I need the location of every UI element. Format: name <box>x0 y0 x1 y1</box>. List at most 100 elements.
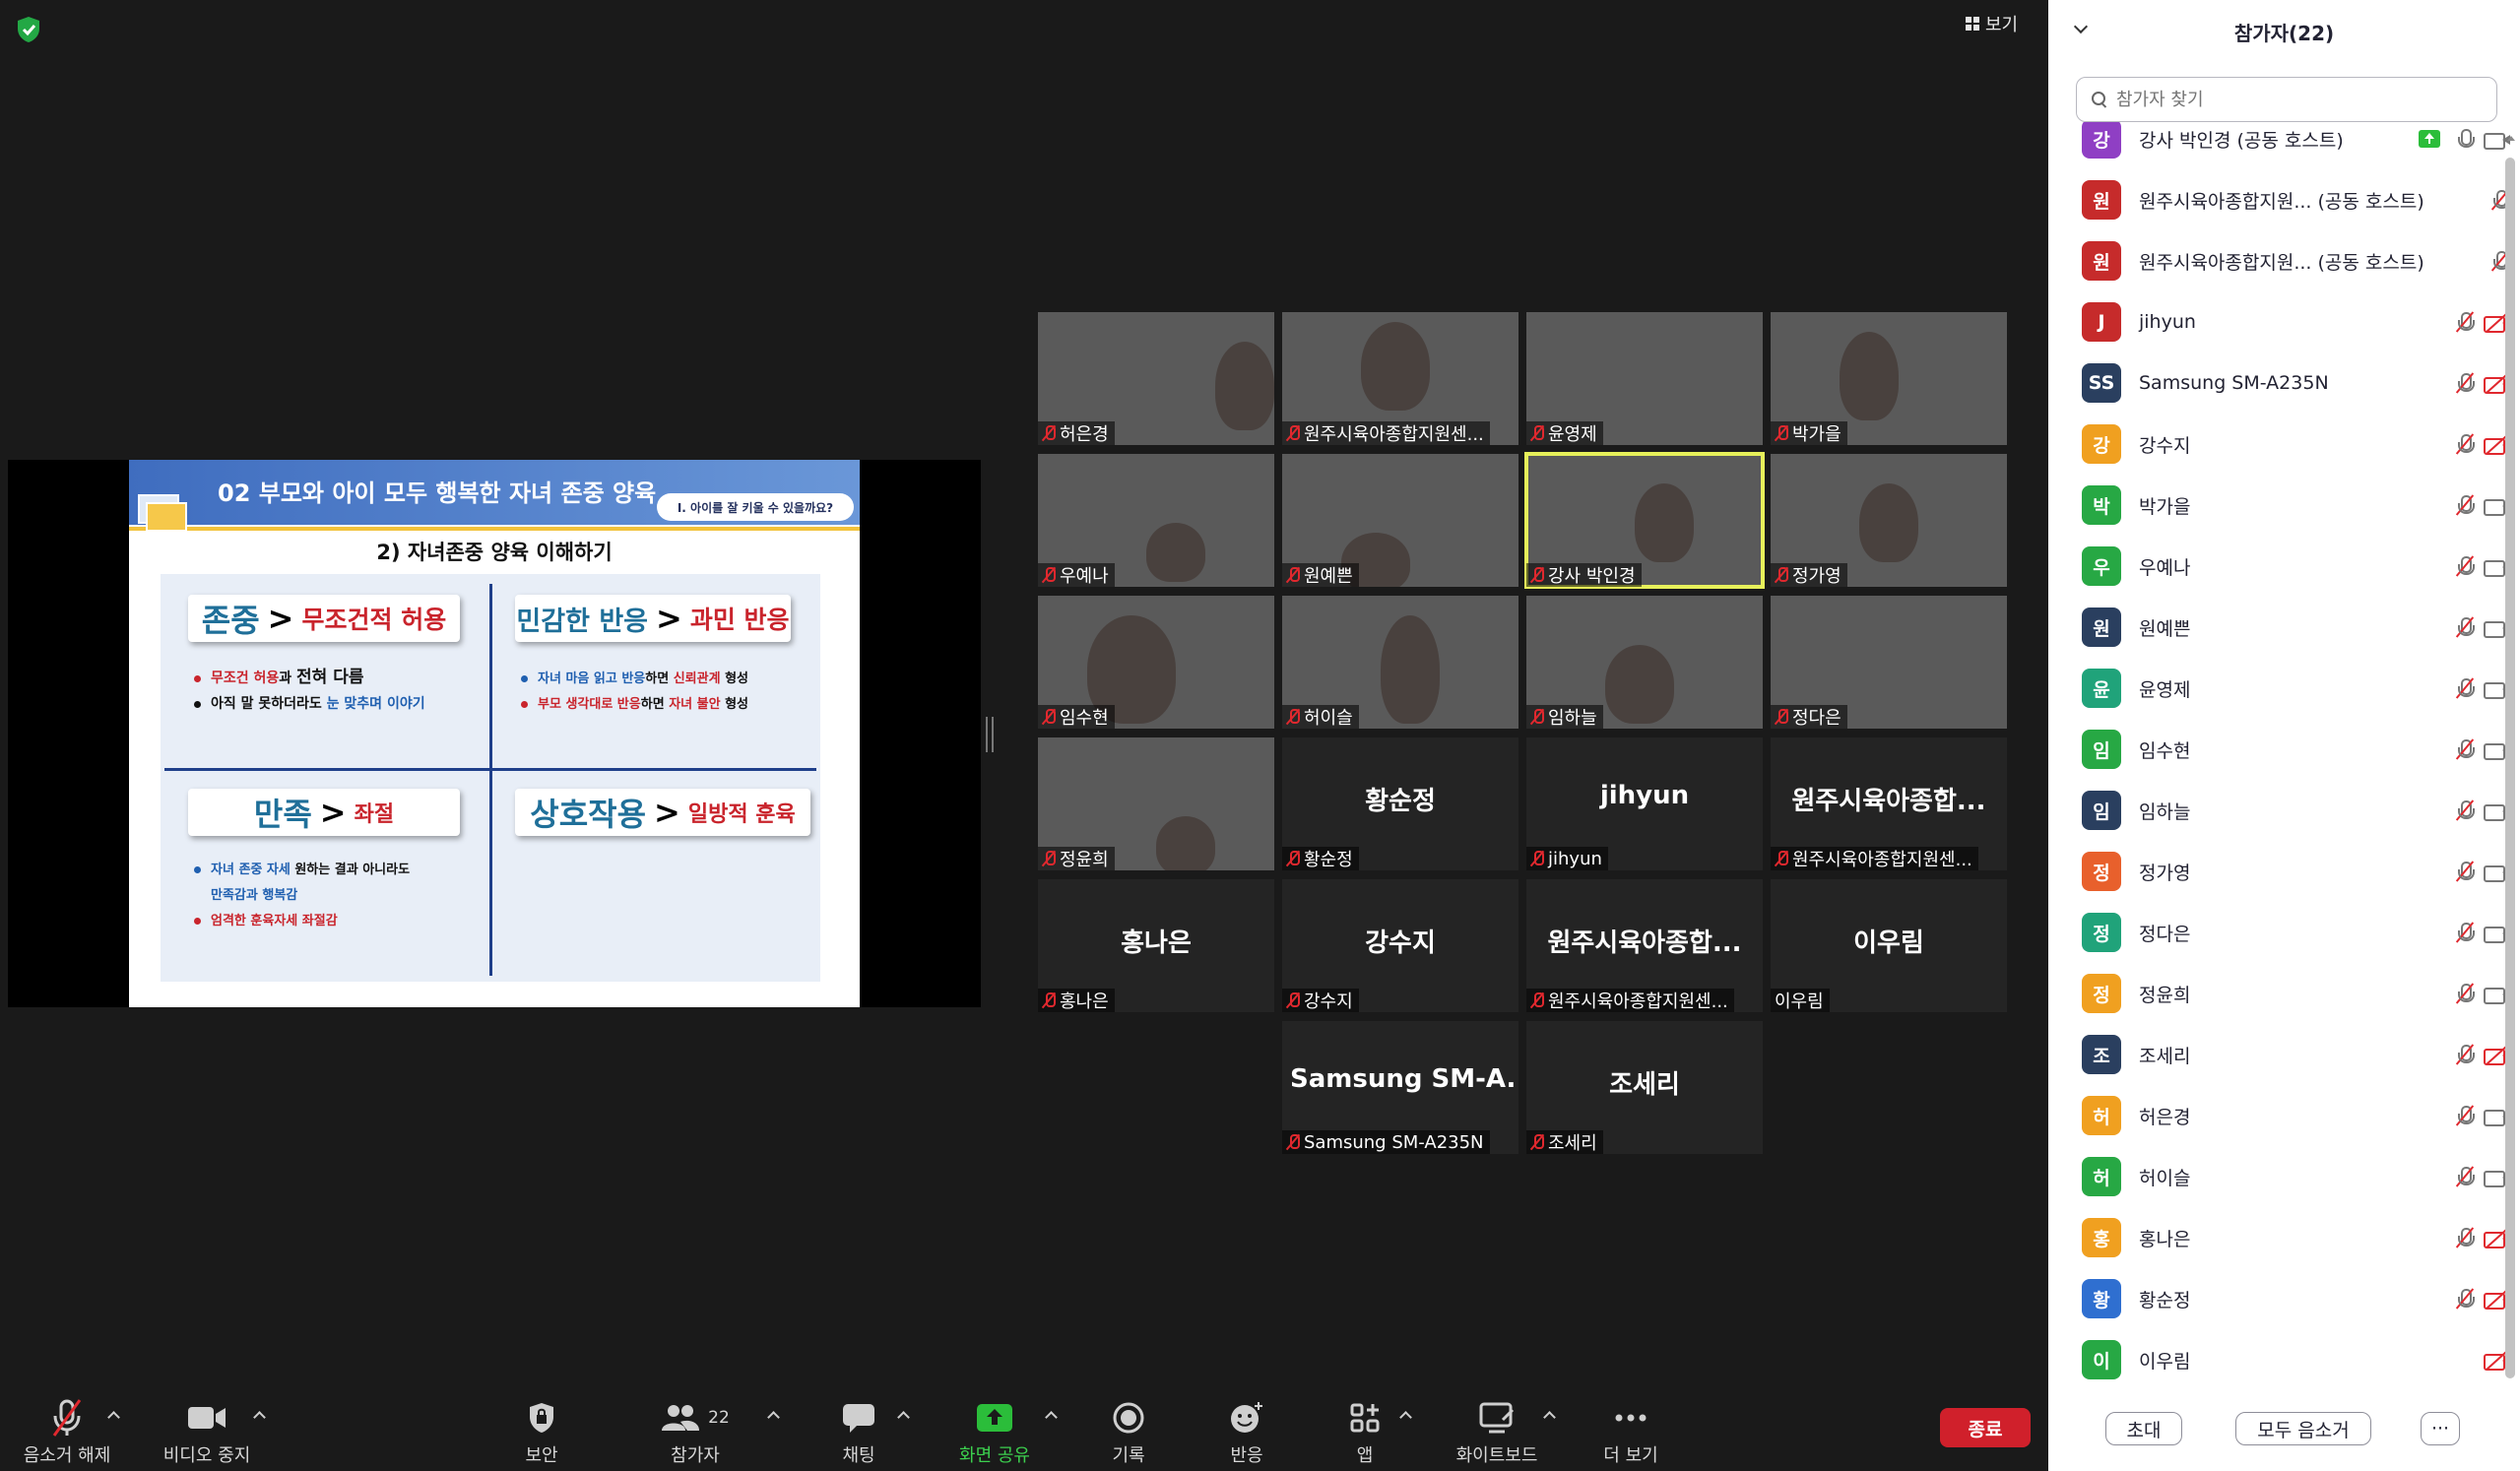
participants-options-caret[interactable] <box>766 1408 780 1422</box>
video-camera-icon <box>188 1407 226 1429</box>
participant-row[interactable]: Jjihyun <box>2048 291 2511 352</box>
split-view-resize-handle[interactable] <box>986 717 994 752</box>
screen-sharing-icon <box>2419 130 2440 148</box>
more-button[interactable]: 더 보기 <box>1582 1378 1680 1471</box>
mic-muted-icon[interactable] <box>2454 982 2476 1005</box>
participant-row[interactable]: SS Samsung SM-A235N <box>2048 352 2511 414</box>
mic-muted-icon[interactable] <box>2454 493 2476 517</box>
participant-avatar: 황 <box>2082 1279 2121 1318</box>
audio-options-caret[interactable] <box>106 1408 120 1422</box>
participants-button[interactable]: 22 참가자 <box>646 1378 744 1471</box>
video-tile[interactable]: Samsung SM-A... Samsung SM-A235N <box>1282 1021 1518 1154</box>
apps-options-caret[interactable] <box>1398 1408 1412 1422</box>
video-tile[interactable]: 원주시육아종합지원센... <box>1282 312 1518 445</box>
video-tile[interactable]: 허이슬 <box>1282 596 1518 729</box>
participant-row[interactable]: 임 임하늘 <box>2048 780 2511 841</box>
invite-button[interactable]: 초대 <box>2105 1412 2182 1445</box>
video-tile[interactable]: 정윤희 <box>1038 737 1274 870</box>
video-tile[interactable]: 원주시육아종합... 원주시육아종합지원센... <box>1526 879 1763 1012</box>
video-tile[interactable]: 이우림 이우림 <box>1771 879 2007 1012</box>
mic-muted-icon[interactable] <box>2454 1287 2476 1311</box>
mic-muted-icon[interactable] <box>2454 1043 2476 1066</box>
view-button[interactable]: 보기 <box>1966 10 2018 37</box>
participant-search-input[interactable] <box>2116 89 2471 110</box>
video-tile[interactable]: 임하늘 <box>1526 596 1763 729</box>
participant-name: 원주시육아종합지원... (공동 호스트) <box>2139 190 2424 213</box>
stop-video-button[interactable]: 비디오 중지 <box>148 1378 266 1471</box>
video-options-caret[interactable] <box>252 1408 266 1422</box>
mic-muted-icon[interactable] <box>2454 799 2476 822</box>
participant-row[interactable]: 원 원주시육아종합지원... (공동 호스트) <box>2048 169 2511 230</box>
record-button[interactable]: 기록 <box>1079 1378 1178 1471</box>
participant-row[interactable]: 원 원예쁜 <box>2048 597 2511 658</box>
video-tile[interactable]: 홍나은 홍나은 <box>1038 879 1274 1012</box>
participant-row[interactable]: 허 허이슬 <box>2048 1146 2511 1207</box>
participant-row[interactable]: 윤 윤영제 <box>2048 658 2511 719</box>
mic-muted-icon[interactable] <box>2454 921 2476 944</box>
participant-row[interactable]: 박 박가을 <box>2048 475 2511 536</box>
mic-muted-icon[interactable] <box>2454 860 2476 883</box>
participant-row[interactable]: 원 원주시육아종합지원... (공동 호스트) <box>2048 230 2511 291</box>
security-button[interactable]: 보안 <box>492 1378 591 1471</box>
mic-muted-icon[interactable] <box>2454 310 2476 334</box>
participant-row[interactable]: 정 정다은 <box>2048 902 2511 963</box>
mic-muted-icon <box>1286 1133 1300 1151</box>
mic-muted-icon[interactable] <box>2454 737 2476 761</box>
video-tile[interactable]: 윤영제 <box>1526 312 1763 445</box>
apps-button[interactable]: 앱 <box>1316 1378 1414 1471</box>
share-options-caret[interactable] <box>1044 1408 1058 1422</box>
scroll-up-arrow[interactable] <box>2506 132 2516 142</box>
participant-row[interactable]: 강 강사 박인경 (공동 호스트) <box>2048 122 2511 169</box>
participant-row[interactable]: 강 강수지 <box>2048 414 2511 475</box>
participant-row[interactable]: 이 이우림 <box>2048 1329 2511 1380</box>
participant-row[interactable]: 정 정윤희 <box>2048 963 2511 1024</box>
video-tile[interactable]: 임수현 <box>1038 596 1274 729</box>
mic-muted-icon[interactable] <box>2454 1226 2476 1249</box>
video-tile[interactable]: 황순정 황순정 <box>1282 737 1518 870</box>
shared-screen[interactable]: 02 부모와 아이 모두 행복한 자녀 존중 양육 Ⅰ. 아이를 잘 키울 수 … <box>8 460 981 1007</box>
video-tile[interactable]: 강수지 강수지 <box>1282 879 1518 1012</box>
share-screen-button[interactable]: 화면 공유 <box>945 1378 1044 1471</box>
mic-muted-icon[interactable] <box>2454 676 2476 700</box>
video-tile[interactable]: 허은경 <box>1038 312 1274 445</box>
participant-row[interactable]: 홍 홍나은 <box>2048 1207 2511 1268</box>
participant-status-icons <box>2419 127 2511 151</box>
participant-row[interactable]: 정 정가영 <box>2048 841 2511 902</box>
video-tile[interactable]: 원예쁜 <box>1282 454 1518 587</box>
mute-all-button[interactable]: 모두 음소거 <box>2235 1412 2371 1445</box>
reactions-button[interactable]: 반응 <box>1197 1378 1296 1471</box>
mic-muted-icon[interactable] <box>2454 615 2476 639</box>
mic-muted-icon[interactable] <box>2454 432 2476 456</box>
microphone-muted-icon <box>52 1399 82 1437</box>
participant-search[interactable] <box>2076 77 2497 122</box>
encryption-shield-icon[interactable] <box>16 16 41 43</box>
participant-row[interactable]: 황 황순정 <box>2048 1268 2511 1329</box>
video-tile[interactable]: 정다은 <box>1771 596 2007 729</box>
video-tile[interactable]: 우예나 <box>1038 454 1274 587</box>
video-tile-name-label: 우예나 <box>1038 563 1115 587</box>
mic-muted-icon[interactable] <box>2454 1104 2476 1127</box>
mic-muted-icon[interactable] <box>2454 554 2476 578</box>
chat-button[interactable]: 채팅 <box>809 1378 908 1471</box>
unmute-button[interactable]: 음소거 해제 <box>8 1378 126 1471</box>
participant-row[interactable]: 우 우예나 <box>2048 536 2511 597</box>
whiteboard-button[interactable]: 화이트보드 <box>1438 1378 1556 1471</box>
participant-row[interactable]: 임 임수현 <box>2048 719 2511 780</box>
video-tile[interactable]: 강사 박인경 <box>1524 452 1765 589</box>
participant-list-scrollbar[interactable] <box>2505 158 2515 1378</box>
chat-options-caret[interactable] <box>896 1408 910 1422</box>
mic-muted-icon[interactable] <box>2454 1165 2476 1188</box>
video-tile[interactable]: 정가영 <box>1771 454 2007 587</box>
participant-row[interactable]: 조 조세리 <box>2048 1024 2511 1085</box>
more-options-button[interactable]: ··· <box>2421 1412 2460 1445</box>
video-tile[interactable]: 조세리 조세리 <box>1526 1021 1763 1154</box>
video-tile[interactable]: jihyun jihyun <box>1526 737 1763 870</box>
mic-on-icon[interactable] <box>2454 127 2476 151</box>
video-tile[interactable]: 박가을 <box>1771 312 2007 445</box>
mic-muted-icon[interactable] <box>2454 371 2476 395</box>
end-meeting-button[interactable]: 종료 <box>1940 1408 2031 1447</box>
video-tile[interactable]: 원주시육아종합... 원주시육아종합지원센... <box>1771 737 2007 870</box>
participant-list[interactable]: 강 강사 박인경 (공동 호스트) 원 원주시육아종합지원... (공동 호스트) 원 원… <box>2048 122 2511 1380</box>
whiteboard-options-caret[interactable] <box>1542 1408 1556 1422</box>
participant-row[interactable]: 허 허은경 <box>2048 1085 2511 1146</box>
